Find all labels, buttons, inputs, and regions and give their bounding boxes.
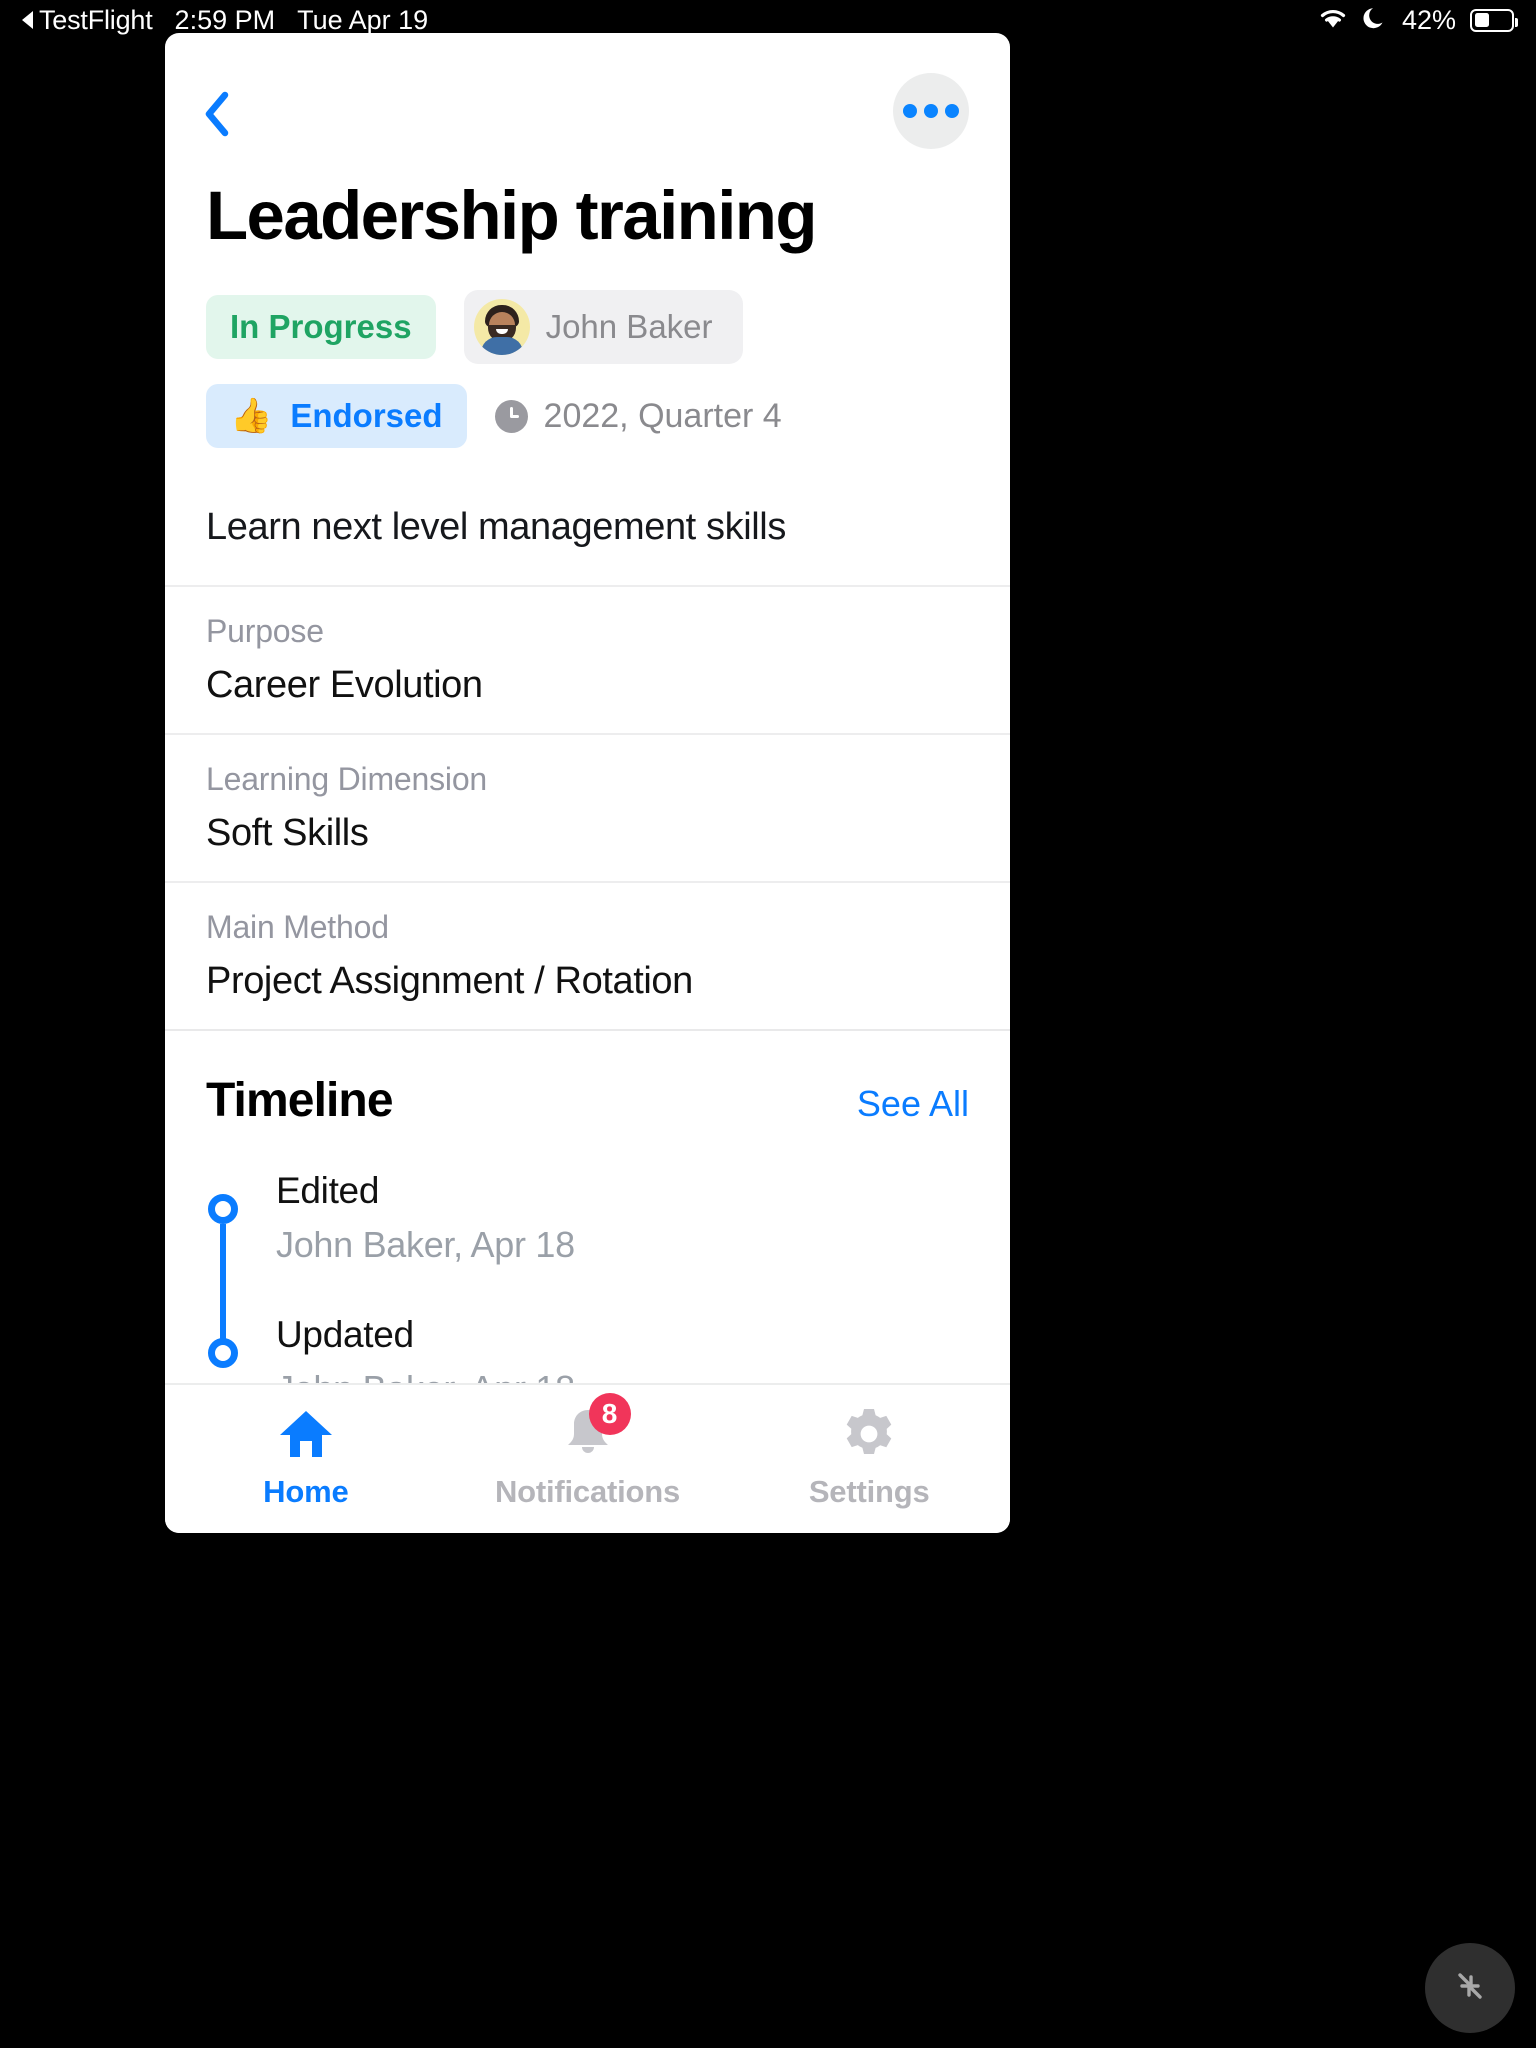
gear-icon xyxy=(842,1407,896,1461)
tab-notifications-label: Notifications xyxy=(494,1474,681,1509)
navigation-bar xyxy=(165,33,1010,188)
timeline-event: Updated xyxy=(276,1314,414,1356)
timeline-meta: John Baker, Apr 18 xyxy=(276,1224,575,1266)
timeline-rail xyxy=(208,1314,238,1383)
app-window: Leadership training In Progress John Bak… xyxy=(165,33,1010,1533)
timeline-header: Timeline See All xyxy=(165,1031,1010,1128)
field-label: Learning Dimension xyxy=(206,761,488,798)
timeline-marker-icon xyxy=(208,1338,238,1369)
timeline-title: Timeline xyxy=(206,1074,394,1128)
tab-bar: Home 8 Notifications Settings xyxy=(165,1383,1010,1533)
timeline-item-body: Updated John Baker, Apr 18 xyxy=(276,1314,575,1383)
status-bar-right: 42% xyxy=(1318,4,1518,36)
status-bar-date: Tue Apr 19 xyxy=(297,4,429,35)
tab-notifications[interactable]: 8 Notifications xyxy=(447,1393,729,1510)
detail-field: Learning Dimension Soft Skills xyxy=(165,733,1010,881)
bell-icon: 8 xyxy=(562,1393,631,1461)
wifi-icon xyxy=(1318,6,1348,34)
timeline-marker-icon xyxy=(208,1194,238,1225)
owner-chip[interactable]: John Baker xyxy=(463,290,743,365)
timeline-event: Edited xyxy=(276,1170,380,1212)
back-to-app-triangle-icon[interactable] xyxy=(22,11,33,29)
field-label: Main Method xyxy=(206,909,389,946)
status-bar-left: TestFlight 2:59 PM Tue Apr 19 xyxy=(22,5,428,36)
timeline-item-body: Edited John Baker, Apr 18 xyxy=(276,1170,575,1314)
field-value: Soft Skills xyxy=(206,812,369,855)
home-icon xyxy=(277,1407,335,1461)
timeline-item[interactable]: Updated John Baker, Apr 18 xyxy=(208,1314,969,1383)
back-button[interactable] xyxy=(170,66,260,156)
crescent-moon-icon xyxy=(1362,5,1388,36)
status-badge-label: In Progress xyxy=(230,308,412,346)
endorsed-badge[interactable]: 👍 Endorsed xyxy=(206,384,467,449)
avatar xyxy=(473,299,530,356)
summary-text: Learn next level management skills xyxy=(206,506,786,549)
ellipsis-icon-dot xyxy=(903,103,917,118)
detail-fields: Purpose Career Evolution Learning Dimens… xyxy=(165,585,1010,1029)
quarter-info: 2022, Quarter 4 xyxy=(494,396,782,436)
notifications-badge: 8 xyxy=(588,1393,631,1435)
clock-icon xyxy=(494,399,528,433)
badge-group: In Progress John Baker 👍 Endorsed 2022, … xyxy=(165,252,1010,449)
badge-row-primary: In Progress John Baker xyxy=(206,290,969,365)
badge-row-secondary: 👍 Endorsed 2022, Quarter 4 xyxy=(206,384,969,449)
battery-icon xyxy=(1470,8,1518,32)
timeline-list: Edited John Baker, Apr 18 Updated John B… xyxy=(165,1128,1010,1383)
owner-name: John Baker xyxy=(545,308,713,346)
status-badge[interactable]: In Progress xyxy=(206,295,436,360)
status-bar-time: 2:59 PM xyxy=(174,4,276,35)
tab-home[interactable]: Home xyxy=(165,1407,447,1510)
detail-field: Purpose Career Evolution xyxy=(165,585,1010,733)
status-bar-back-app[interactable]: TestFlight xyxy=(39,5,153,36)
tab-settings[interactable]: Settings xyxy=(728,1407,1010,1510)
detail-field: Main Method Project Assignment / Rotatio… xyxy=(165,881,1010,1029)
chevron-left-icon xyxy=(204,91,229,136)
page-title: Leadership training xyxy=(206,177,817,254)
quarter-label: 2022, Quarter 4 xyxy=(543,396,782,435)
more-options-button[interactable] xyxy=(893,72,969,149)
endorsed-label: Endorsed xyxy=(290,397,443,435)
tab-settings-label: Settings xyxy=(808,1474,930,1509)
timeline-meta: John Baker, Apr 18 xyxy=(276,1368,575,1383)
collapse-arrows-icon xyxy=(1447,1963,1493,2014)
scroll-content: Leadership training In Progress John Bak… xyxy=(165,33,1010,1383)
see-all-link[interactable]: See All xyxy=(857,1083,969,1125)
tab-home-label: Home xyxy=(263,1474,349,1509)
timeline-item[interactable]: Edited John Baker, Apr 18 xyxy=(208,1170,969,1345)
field-value: Project Assignment / Rotation xyxy=(206,960,693,1003)
ellipsis-icon-dot xyxy=(924,103,938,118)
ellipsis-icon-dot xyxy=(945,103,959,118)
collapse-window-button[interactable] xyxy=(1425,1943,1515,2033)
field-value: Career Evolution xyxy=(206,664,483,707)
battery-percentage: 42% xyxy=(1401,4,1456,35)
timeline-rail xyxy=(208,1170,238,1345)
field-label: Purpose xyxy=(206,613,324,650)
thumbs-up-icon: 👍 xyxy=(230,397,273,436)
